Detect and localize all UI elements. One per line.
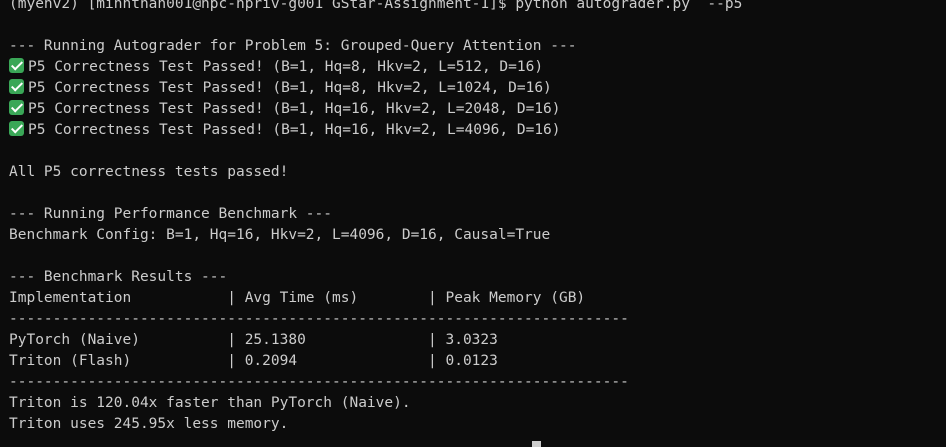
terminal-window[interactable]: (myenv2) [minhthan001@hpc-npriv-g001 GSt…: [0, 0, 946, 447]
results-table-header: Implementation | Avg Time (ms) | Peak Me…: [9, 290, 586, 306]
memory-summary: Triton uses 245.95x less memory.: [9, 416, 289, 432]
results-header: --- Benchmark Results ---: [9, 269, 228, 285]
test-result-text: P5 Correctness Test Passed! (B=1, Hq=16,…: [28, 101, 561, 117]
green-check-icon: [9, 100, 24, 115]
test-result-line: P5 Correctness Test Passed! (B=1, Hq=16,…: [9, 99, 946, 120]
table-row: Triton (Flash) | 0.2094 | 0.0123: [9, 353, 498, 369]
test-result-line: P5 Correctness Test Passed! (B=1, Hq=16,…: [9, 120, 946, 141]
test-result-line: P5 Correctness Test Passed! (B=1, Hq=8, …: [9, 57, 946, 78]
speedup-summary: Triton is 120.04x faster than PyTorch (N…: [9, 395, 411, 411]
test-result-text: P5 Correctness Test Passed! (B=1, Hq=8, …: [28, 59, 544, 75]
table-separator: ----------------------------------------…: [9, 374, 629, 390]
table-separator: ----------------------------------------…: [9, 311, 629, 327]
benchmark-config: Benchmark Config: B=1, Hq=16, Hkv=2, L=4…: [9, 227, 551, 243]
test-result-line: P5 Correctness Test Passed! (B=1, Hq=8, …: [9, 78, 946, 99]
test-result-text: P5 Correctness Test Passed! (B=1, Hq=16,…: [28, 122, 561, 138]
green-check-icon: [9, 121, 24, 136]
all-passed-message: All P5 correctness tests passed!: [9, 164, 289, 180]
green-check-icon: [9, 58, 24, 73]
text-cursor: [532, 441, 541, 447]
table-row: PyTorch (Naive) | 25.1380 | 3.0323: [9, 332, 498, 348]
benchmark-header: --- Running Performance Benchmark ---: [9, 206, 333, 222]
command-prompt-line: (myenv2) [minhthan001@hpc-npriv-g001 GSt…: [9, 0, 743, 12]
green-check-icon: [9, 79, 24, 94]
test-result-text: P5 Correctness Test Passed! (B=1, Hq=8, …: [28, 80, 552, 96]
problem-header: --- Running Autograder for Problem 5: Gr…: [9, 38, 577, 54]
